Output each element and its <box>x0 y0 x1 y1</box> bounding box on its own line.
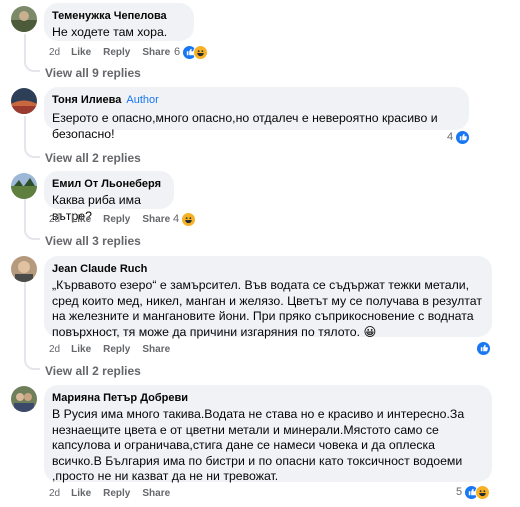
thread-line <box>24 34 26 62</box>
reply-button[interactable]: Reply <box>103 47 130 58</box>
comment-actions: 2d Like Reply Share <box>49 214 182 226</box>
reaction-count: 6 <box>174 46 181 58</box>
comment-timestamp[interactable]: 2d <box>49 344 60 355</box>
thread-curve <box>24 360 40 370</box>
commenter-name[interactable]: Теменужка Чепелова <box>52 9 184 23</box>
avatar[interactable] <box>11 88 37 114</box>
share-button[interactable]: Share <box>142 214 170 225</box>
view-replies-link[interactable]: View all 3 replies <box>45 234 141 248</box>
reply-button[interactable]: Reply <box>103 488 130 499</box>
commenter-name[interactable]: Емил От Льонеберя <box>52 177 164 191</box>
reply-button[interactable]: Reply <box>103 344 130 355</box>
reaction-summary[interactable] <box>476 340 491 356</box>
comment-actions: 2d Like Reply Share <box>49 47 182 59</box>
commenter-name[interactable]: Jean Claude Ruch <box>52 262 482 276</box>
reaction-summary[interactable]: 5 <box>456 484 491 500</box>
haha-icon <box>181 211 197 227</box>
comment-text: Не ходете там хора. <box>52 25 168 39</box>
comment-bubble: Теменужка Чепелова Не ходете там хора. <box>44 3 194 41</box>
comment-bubble: Тоня Илиева Author Езерото е опасно,много… <box>44 87 469 141</box>
avatar[interactable] <box>11 386 37 412</box>
share-button[interactable]: Share <box>142 47 170 58</box>
comment-timestamp[interactable]: 2d <box>49 47 60 58</box>
comment-bubble: Емил От Льонеберя Каква риба има вътре? <box>44 171 174 223</box>
comment-timestamp[interactable]: 2d <box>49 488 60 499</box>
thread-curve <box>24 62 40 72</box>
commenter-name[interactable]: Тоня Илиева Author <box>52 93 459 107</box>
comment-text: „Кървавото езеро“ е замърсител. Във вода… <box>52 278 482 339</box>
like-button[interactable]: Like <box>71 344 91 355</box>
like-icon <box>455 129 471 145</box>
avatar[interactable] <box>11 173 37 199</box>
thread-line <box>24 282 26 360</box>
like-button[interactable]: Like <box>71 214 91 225</box>
comment-text: В Русия има много такива.Водата не става… <box>52 407 465 483</box>
comment-bubble: Марияна Петър Добреви В Русия има много … <box>44 385 492 483</box>
thread-curve <box>24 230 40 240</box>
thread-line <box>24 116 26 148</box>
reply-button[interactable]: Reply <box>103 214 130 225</box>
thread-curve <box>24 148 40 158</box>
author-badge: Author <box>126 94 159 106</box>
comment-bubble: Jean Claude Ruch „Кървавото езеро“ е зам… <box>44 256 492 339</box>
thread-line <box>24 198 26 230</box>
comment-actions: 2d Like Reply Share <box>49 488 182 500</box>
share-button[interactable]: Share <box>142 488 170 499</box>
view-replies-link[interactable]: View all 2 replies <box>45 364 141 378</box>
reaction-summary[interactable]: 4 <box>173 211 197 227</box>
like-button[interactable]: Like <box>71 47 91 58</box>
view-replies-link[interactable]: View all 9 replies <box>45 66 141 80</box>
haha-icon <box>475 484 491 500</box>
comment-text: Езерото е опасно,много опасно,но отдалеч… <box>52 111 438 141</box>
commenter-name[interactable]: Марияна Петър Добреви <box>52 391 482 405</box>
haha-icon <box>193 44 209 60</box>
reaction-count: 4 <box>173 213 180 225</box>
share-button[interactable]: Share <box>142 344 170 355</box>
comment-actions: 2d Like Reply Share <box>49 344 182 356</box>
view-replies-link[interactable]: View all 2 replies <box>45 151 141 165</box>
reaction-summary[interactable]: 6 <box>174 44 209 60</box>
reaction-count: 5 <box>456 486 463 498</box>
reaction-summary[interactable]: 4 <box>447 129 471 145</box>
like-icon <box>476 340 491 356</box>
comment-timestamp[interactable]: 2d <box>49 214 60 225</box>
reaction-count: 4 <box>447 131 454 143</box>
avatar[interactable] <box>11 6 37 32</box>
like-button[interactable]: Like <box>71 488 91 499</box>
avatar[interactable] <box>11 256 37 282</box>
